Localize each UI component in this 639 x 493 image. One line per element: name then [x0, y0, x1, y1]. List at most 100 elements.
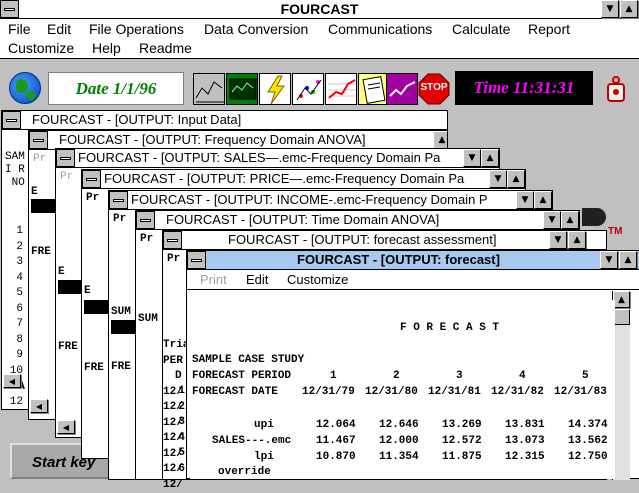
forecast-value: 13.831	[505, 419, 545, 431]
menu-readme[interactable]: Readme	[139, 39, 192, 57]
scroll-left-button[interactable]: ◀	[57, 420, 75, 434]
scroll-thumb[interactable]	[613, 309, 630, 325]
scatter-plot-icon[interactable]	[292, 73, 324, 105]
window-system-button[interactable]	[163, 231, 182, 249]
window-maximize-button[interactable]: ▲	[481, 149, 499, 167]
period-value: 3	[456, 370, 463, 382]
monitor-graph-icon[interactable]	[226, 73, 258, 105]
window-title: FOURCAST - [OUTPUT: Input Data]	[32, 111, 241, 129]
tm-mark: TM	[608, 226, 622, 237]
row-number: 3	[177, 415, 185, 431]
print-menu[interactable]: Pr	[167, 253, 180, 265]
row-label-lpi: lpi	[254, 451, 274, 463]
menu-edit[interactable]: Edit	[47, 20, 71, 38]
stop-button[interactable]: STOP	[418, 73, 450, 105]
menu-calculate[interactable]: Calculate	[452, 20, 510, 38]
window-system-button[interactable]	[29, 131, 48, 149]
print-menu[interactable]: Pr	[86, 192, 99, 204]
forecast-value: 12.646	[379, 419, 419, 431]
forecast-output: F O R E C A S T SAMPLE CASE STUDY FORECA…	[190, 300, 615, 479]
window-minimize-button[interactable]: ▼	[463, 149, 481, 167]
window-minimize-button[interactable]: ▼	[543, 211, 561, 229]
row-number: 5	[5, 286, 23, 302]
text-fragment: FRE	[58, 341, 78, 353]
forecast-value: 12.572	[442, 435, 482, 447]
lightning-icon[interactable]	[259, 73, 291, 105]
menu-help[interactable]: Help	[92, 39, 121, 57]
maximize-button[interactable]: ▲	[620, 0, 638, 18]
globe-icon[interactable]	[9, 72, 41, 104]
scroll-up-button[interactable]: ▲	[613, 291, 630, 308]
window-title: FOURCAST - [OUTPUT: Frequency Domain ANO…	[59, 131, 366, 149]
print-menu[interactable]: Pr	[140, 233, 153, 245]
window-system-button[interactable]	[82, 170, 101, 188]
period-value: 2	[393, 370, 400, 382]
window-minimize-button[interactable]: ▼	[600, 251, 618, 269]
date-value: 12/31/82	[491, 386, 544, 398]
row-number: 12	[5, 395, 23, 411]
chart-tool-icon[interactable]	[193, 73, 225, 105]
forecast-date-label: FORECAST DATE	[192, 386, 278, 398]
forecast-value: 12.315	[505, 451, 545, 463]
background-graphic	[582, 208, 606, 226]
window-system-button[interactable]	[136, 211, 155, 229]
text-fragment: E	[84, 285, 91, 297]
date-value: 12/31/83	[554, 386, 607, 398]
menu-edit-forecast[interactable]: Edit	[246, 272, 268, 287]
window-minimize-button[interactable]: ▼	[489, 170, 507, 188]
forecast-value: 12.064	[316, 419, 356, 431]
app-title: FOURCAST	[281, 1, 359, 17]
forecast-value: 11.467	[316, 435, 356, 447]
forecast-heading: F O R E C A S T	[400, 322, 499, 334]
date-display: Date 1/1/96	[48, 72, 184, 105]
window-maximize-button[interactable]: ▲	[433, 131, 447, 149]
highlight-block	[111, 320, 135, 334]
trend-graph-icon[interactable]	[325, 73, 357, 105]
text-fragment: SAM	[5, 151, 25, 163]
system-menu-button[interactable]	[0, 0, 19, 18]
text-fragment: FRE	[84, 362, 104, 374]
menu-communications[interactable]: Communications	[328, 20, 432, 38]
text-fragment: E	[31, 186, 38, 198]
menu-file[interactable]: File	[8, 20, 31, 38]
window-maximize-button[interactable]: ▲	[568, 231, 586, 249]
window-maximize-button[interactable]: ▲	[507, 170, 525, 188]
row-numbers: 123456789101112	[5, 193, 23, 441]
exit-icon[interactable]	[605, 75, 627, 103]
text-fragment: E	[58, 266, 65, 278]
row-number: 2	[177, 400, 185, 416]
window-maximize-button[interactable]: ▲	[619, 251, 637, 269]
menu-file-operations[interactable]: File Operations	[89, 20, 184, 38]
wave-chart-icon[interactable]	[386, 73, 418, 105]
print-menu[interactable]: Pr	[113, 213, 126, 225]
window-system-button[interactable]	[56, 149, 75, 167]
window-minimize-button[interactable]: ▼	[549, 231, 567, 249]
window-maximize-button[interactable]: ▲	[534, 191, 552, 209]
window-system-button[interactable]	[187, 251, 206, 269]
menu-print: Print	[200, 272, 227, 287]
highlight-block	[58, 280, 82, 294]
row-number: 3	[5, 255, 23, 271]
forecast-value: 13.073	[505, 435, 545, 447]
text-fragment: NO	[12, 177, 25, 189]
text-fragment: SUM	[111, 306, 131, 318]
text-fragment: I R	[5, 164, 25, 176]
window-system-button[interactable]	[109, 191, 128, 209]
menu-report[interactable]: Report	[528, 20, 570, 38]
menu-customize-forecast[interactable]: Customize	[287, 272, 348, 287]
scroll-left-button[interactable]: ◀	[30, 399, 48, 413]
row-number: 5	[177, 446, 185, 462]
forecast-menu-bar: Print Edit Customize	[187, 270, 639, 290]
window-system-button[interactable]	[2, 111, 21, 129]
row-number: 2	[5, 240, 23, 256]
window-minimize-button[interactable]: ▼	[516, 191, 534, 209]
row-number: 8	[5, 333, 23, 349]
minimize-button[interactable]: ▼	[601, 0, 619, 18]
text-fragment: FRE	[111, 361, 131, 373]
forecast-value: 10.870	[316, 451, 356, 463]
menu-customize[interactable]: Customize	[8, 39, 74, 57]
window-maximize-button[interactable]: ▲	[561, 211, 579, 229]
window-title: FOURCAST - [OUTPUT: Time Domain ANOVA]	[166, 211, 439, 229]
scroll-left-button[interactable]: ◀	[3, 374, 21, 388]
menu-data-conversion[interactable]: Data Conversion	[204, 20, 308, 38]
